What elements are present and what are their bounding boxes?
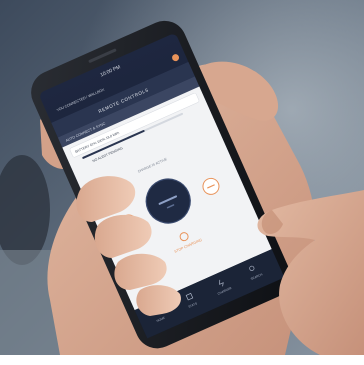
photo-svg: 10:00 PM YOU CONNECTED / WALLBOX REMOTE … bbox=[0, 0, 364, 365]
photo-scene: 10:00 PM YOU CONNECTED / WALLBOX REMOTE … bbox=[0, 0, 364, 365]
bottom-border bbox=[0, 355, 364, 365]
